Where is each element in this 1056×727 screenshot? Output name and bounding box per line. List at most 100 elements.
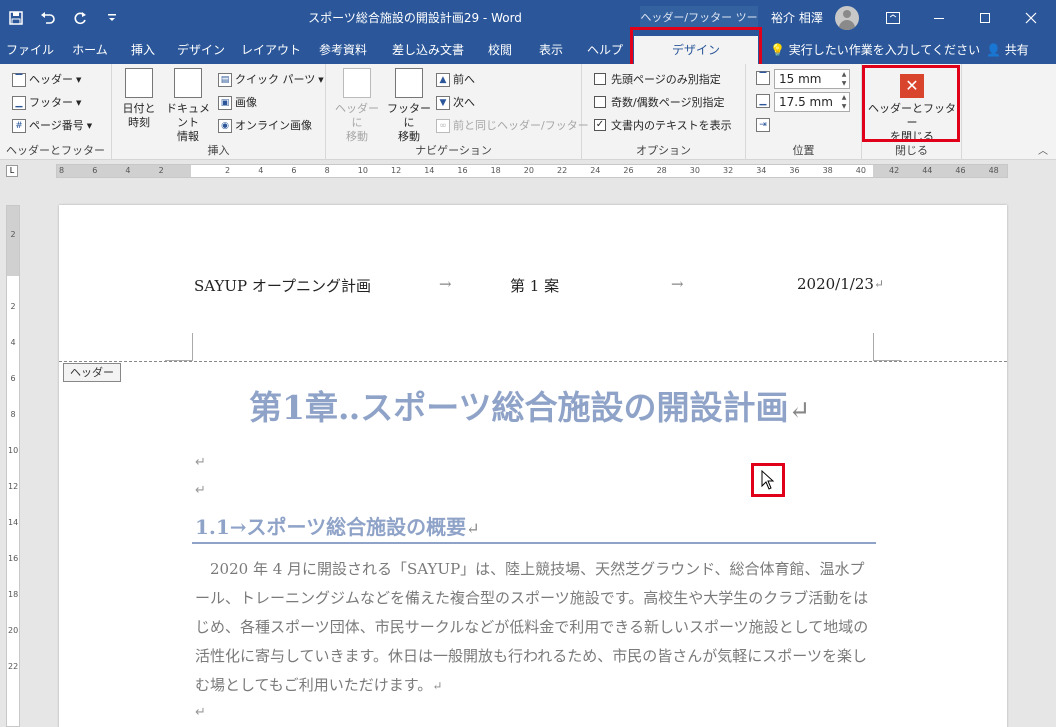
minimize-icon[interactable]: [916, 0, 962, 36]
section-title[interactable]: 1.1→スポーツ総合施設の概要↵: [195, 511, 480, 540]
insert-alignment-tab-icon[interactable]: ⇥: [756, 118, 770, 132]
customize-qat-icon[interactable]: [96, 0, 128, 36]
goto-header-button[interactable]: ヘッダーに 移動: [332, 68, 382, 143]
spinner-arrows[interactable]: ▲ ▼: [839, 70, 849, 88]
document-info-button[interactable]: ドキュメント 情報: [162, 68, 214, 143]
group-label: ヘッダーとフッター: [6, 144, 105, 157]
undo-icon[interactable]: [32, 0, 64, 36]
close-icon[interactable]: [1008, 0, 1054, 36]
header-right-text[interactable]: 2020/1/23: [797, 275, 874, 293]
ruler-tick-label: 18: [490, 166, 501, 175]
paragraph-mark: ↵: [432, 679, 443, 693]
tab-layout[interactable]: レイアウト: [236, 36, 306, 64]
online-picture-icon: ◉: [218, 119, 232, 133]
group-label: ナビゲーション: [415, 144, 492, 157]
group-label: 閉じる: [895, 144, 928, 157]
document-page[interactable]: SAYUP オープニング計画 → 第 1 案 → 2020/1/23 ↵ ヘッダ…: [59, 205, 1007, 727]
tab-help[interactable]: ヘルプ: [578, 36, 632, 64]
next-label: 次へ: [453, 96, 475, 109]
horizontal-ruler[interactable]: 8 6 4 2 2 4 6 8 10 12 14 16 18 20 22 24 26 28 30 32 34 36 38 40…: [56, 164, 1008, 178]
header-dropdown[interactable]: ▔ ヘッダー ▼: [12, 70, 81, 90]
different-odd-even-checkbox[interactable]: 奇数/偶数ページ別指定: [594, 92, 725, 112]
tab-view[interactable]: 表示: [526, 36, 576, 64]
tab-mark: →: [671, 275, 684, 293]
paragraph-mark: ↵: [466, 519, 480, 538]
footer-label: フッター: [29, 96, 73, 109]
mouse-pointer-icon: [751, 463, 785, 497]
tab-selector[interactable]: L: [6, 165, 18, 177]
tab-insert[interactable]: 挿入: [120, 36, 166, 64]
picture-button[interactable]: ▣ 画像: [218, 93, 257, 113]
checkbox[interactable]: [594, 73, 606, 85]
tell-me-search[interactable]: 💡 実行したい作業を入力してください: [770, 36, 980, 64]
checkbox-checked[interactable]: ✓: [594, 119, 606, 131]
tab-references[interactable]: 参考資料: [308, 36, 378, 64]
tab-file[interactable]: ファイル: [0, 36, 60, 64]
header-tag: ヘッダー: [63, 363, 121, 382]
show-text-label: 文書内のテキストを表示: [611, 119, 732, 132]
person-icon: 👤: [986, 43, 1001, 57]
share-button[interactable]: 👤 共有: [986, 36, 1029, 64]
ruler-area: L 8 6 4 2 2 4 6 8 10 12 14 16 18 20 22 24 26 28 30 32 34 36 38…: [0, 160, 1056, 182]
page-number-dropdown[interactable]: # ページ番号 ▼: [12, 116, 92, 136]
collapse-ribbon-icon[interactable]: ︿: [1038, 142, 1048, 157]
save-icon[interactable]: [0, 0, 32, 36]
header-position-input[interactable]: 15 mm ▲ ▼: [774, 69, 850, 89]
tab-home[interactable]: ホーム: [62, 36, 118, 64]
maximize-icon[interactable]: [962, 0, 1008, 36]
show-document-text-checkbox[interactable]: ✓ 文書内のテキストを表示: [594, 115, 732, 135]
group-label: 位置: [792, 144, 815, 157]
ribbon-display-icon[interactable]: [870, 0, 916, 36]
date-time-button[interactable]: 日付と 時刻: [116, 68, 162, 138]
date-time-label-2: 時刻: [128, 116, 150, 129]
tab-review[interactable]: 校閲: [476, 36, 524, 64]
next-button[interactable]: ▼ 次へ: [436, 93, 475, 113]
quick-access-toolbar: [0, 0, 128, 36]
ruler-tick-label: 24: [590, 166, 601, 175]
previous-icon: ▲: [436, 73, 450, 87]
goto-footer-label-1: フッターに: [387, 102, 431, 129]
chevron-down-icon: ▼: [76, 99, 82, 107]
online-picture-button[interactable]: ◉ オンライン画像: [218, 116, 312, 136]
checkbox[interactable]: [594, 96, 606, 108]
vruler-tick-label: 10: [8, 446, 19, 455]
group-header-footer: ▔ ヘッダー ▼ ▁ フッター ▼ # ページ番号 ▼ ヘッダーとフッター: [0, 64, 112, 160]
empty-paragraph-mark: ↵: [195, 705, 206, 720]
tab-design[interactable]: デザイン: [168, 36, 234, 64]
ribbon-tab-row: ファイル ホーム 挿入 デザイン レイアウト 参考資料 差し込み文書 校閲 表示…: [0, 36, 1056, 64]
link-to-previous-button[interactable]: ∞ 前と同じヘッダー/フッター: [436, 116, 589, 136]
header-center-text[interactable]: 第 1 案: [510, 275, 559, 296]
body-paragraph[interactable]: 2020 年 4 月に開設される「SAYUP」は、陸上競技場、天然芝グラウンド、…: [195, 555, 879, 701]
vruler-tick-label: 22: [8, 662, 19, 671]
footer-position-input[interactable]: 17.5 mm ▲ ▼: [774, 92, 850, 112]
different-first-page-checkbox[interactable]: 先頭ページのみ別指定: [594, 69, 721, 89]
spinner-arrows[interactable]: ▲ ▼: [839, 93, 849, 111]
chapter-title[interactable]: 第1章‥スポーツ総合施設の開設計画↵: [249, 381, 810, 429]
vertical-ruler[interactable]: 2 2 4 6 8 10 12 14 16 18 20 22: [6, 205, 20, 727]
user-name[interactable]: 裕介 相澤: [771, 0, 823, 36]
title-bar: スポーツ総合施設の開設計画29 - Word ヘッダー/フッター ツール 裕介 …: [0, 0, 1056, 48]
goto-footer-button[interactable]: フッターに 移動: [384, 68, 434, 143]
header-distance-value: 15 mm: [779, 72, 822, 86]
document-title: スポーツ総合施設の開設計画29 - Word: [308, 11, 522, 25]
ruler-tick-label: 16: [457, 166, 468, 175]
avatar[interactable]: [835, 6, 859, 30]
quick-parts-dropdown[interactable]: ▤ クイック パーツ ▼: [218, 70, 324, 90]
ruler-tick-label: 28: [656, 166, 667, 175]
link-icon: ∞: [436, 119, 450, 133]
tab-mark: →: [439, 275, 452, 293]
margin-corner: [873, 333, 901, 361]
previous-button[interactable]: ▲ 前へ: [436, 70, 475, 90]
footer-dropdown[interactable]: ▁ フッター ▼: [12, 93, 81, 113]
ruler-tick-label: 4: [125, 166, 131, 175]
ruler-tick-label: 48: [988, 166, 999, 175]
tell-me-text: 実行したい作業を入力してください: [788, 43, 981, 57]
chevron-down-icon: ▼: [86, 122, 93, 130]
tab-mailings[interactable]: 差し込み文書: [382, 36, 474, 64]
redo-icon[interactable]: [64, 0, 96, 36]
ruler-tick-label: 34: [756, 166, 767, 175]
header-left-text[interactable]: SAYUP オープニング計画: [194, 275, 371, 296]
header-position-icon: ▔: [756, 71, 770, 85]
ruler-tick-label: 30: [689, 166, 700, 175]
section-underline: [192, 542, 876, 544]
